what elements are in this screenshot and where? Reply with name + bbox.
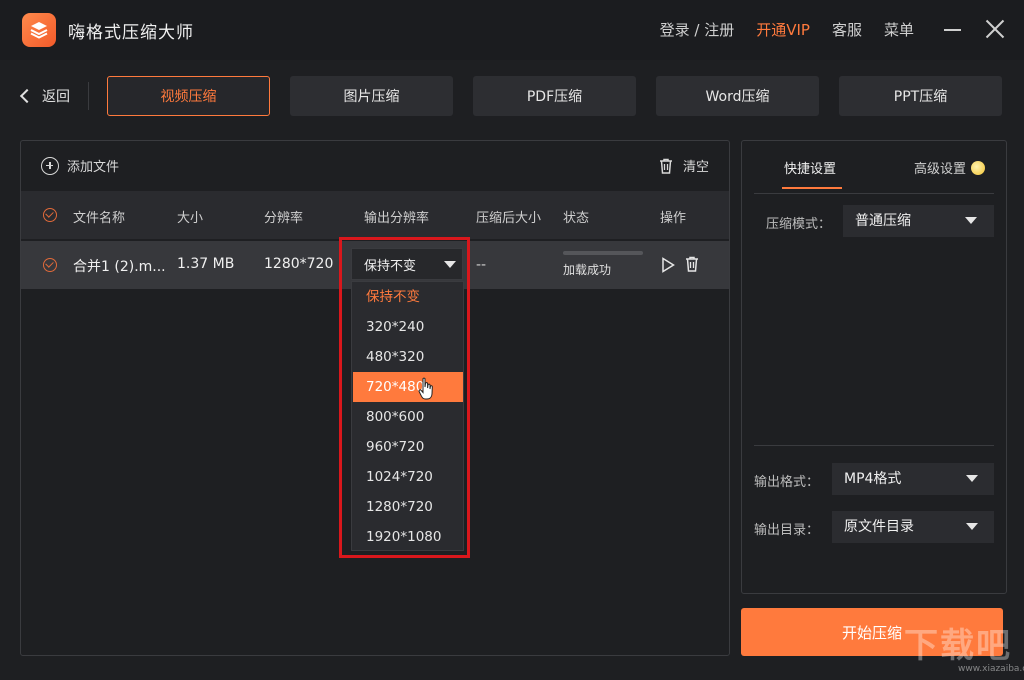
header-compressed-size: 压缩后大小 [476,211,542,226]
resolution-option[interactable]: 1280*720 [353,492,463,522]
output-format-value: MP4格式 [844,471,902,487]
header-size: 大小 [177,211,204,226]
hand-cursor-icon [418,377,433,400]
title-bar: 嗨格式压缩大师 登录 / 注册 开通VIP 客服 菜单 [0,0,1024,60]
play-icon[interactable] [661,257,675,273]
add-file-label: 添加文件 [67,160,120,175]
row-compressed-size: -- [476,257,487,273]
add-file-button[interactable]: 添加文件 [41,156,119,175]
row-check-icon[interactable] [43,258,57,272]
resolution-option[interactable]: 960*720 [353,432,463,462]
add-circle-icon [41,156,59,175]
caret-down-icon [966,475,978,482]
chevron-left-icon [19,88,35,104]
file-toolbar: 添加文件 清空 [21,141,729,191]
header-filename: 文件名称 [73,211,126,226]
clear-label: 清空 [682,160,709,175]
row-status: 加载成功 [563,263,612,277]
compress-mode-label: 压缩模式： [766,217,832,232]
tab-ppt-compress[interactable]: PPT压缩 [839,76,1002,116]
resolution-option[interactable]: 1024*720 [353,462,463,492]
close-icon[interactable] [984,18,1006,40]
tab-image-compress[interactable]: 图片压缩 [290,76,453,116]
settings-divider [754,445,994,446]
header-actions: 操作 [660,211,687,226]
app-title: 嗨格式压缩大师 [68,23,194,43]
caret-down-icon [444,261,456,268]
row-delete-icon[interactable] [683,255,701,273]
trash-icon [659,158,672,174]
tab-pdf-compress[interactable]: PDF压缩 [473,76,636,116]
output-format-select[interactable]: MP4格式 [832,463,994,495]
tab-word-compress[interactable]: Word压缩 [656,76,819,116]
output-dir-value: 原文件目录 [844,519,914,535]
resolution-option[interactable]: 320*240 [353,312,463,342]
login-register-link[interactable]: 登录 / 注册 [660,19,735,40]
output-resolution-select[interactable]: 保持不变 [351,248,463,280]
tab-advanced-settings[interactable]: 高级设置 [914,158,986,177]
top-nav: 登录 / 注册 开通VIP 客服 菜单 [660,19,914,40]
vip-coin-icon [971,160,986,175]
resolution-option[interactable]: 保持不变 [353,282,463,312]
row-progress-bar [563,251,643,255]
resolution-option[interactable]: 480*320 [353,342,463,372]
output-dir-label: 输出目录： [754,523,820,538]
row-size: 1.37 MB [177,256,235,272]
vip-link[interactable]: 开通VIP [756,19,810,40]
resolution-option[interactable]: 1920*1080 [353,522,463,552]
compress-mode-value: 普通压缩 [855,213,911,229]
resolution-option-hovered[interactable]: 720*480 [353,372,463,402]
service-link[interactable]: 客服 [832,19,862,40]
resolution-option[interactable]: 800*600 [353,402,463,432]
watermark-logo: 下载吧 [904,626,1012,666]
menu-link[interactable]: 菜单 [884,19,914,40]
select-all-check-icon[interactable] [43,208,57,222]
back-button[interactable]: 返回 [18,86,70,106]
caret-down-icon [965,217,977,224]
header-resolution: 分辨率 [264,211,304,226]
tab-quick-settings[interactable]: 快捷设置 [781,158,843,189]
header-output-resolution: 输出分辨率 [364,211,430,226]
compress-mode-select[interactable]: 普通压缩 [843,205,994,237]
output-dir-select[interactable]: 原文件目录 [832,511,994,543]
header-status: 状态 [563,211,590,226]
row-resolution: 1280*720 [264,256,334,272]
app-logo-icon [22,13,56,47]
minimize-icon[interactable] [944,20,962,38]
caret-down-icon [966,523,978,530]
clear-button[interactable]: 清空 [657,156,709,175]
back-label: 返回 [42,89,70,105]
advanced-settings-label: 高级设置 [914,162,967,177]
row-filename: 合并1 (2).m... [73,259,166,275]
nav-divider [88,82,89,110]
settings-divider [754,193,994,194]
resolution-dropdown-menu: 保持不变 320*240 480*320 720*480 800*600 960… [351,281,464,551]
watermark-url: www.xiazaiba.com [958,664,1024,674]
output-format-label: 输出格式： [754,475,820,490]
settings-panel: 快捷设置 高级设置 压缩模式： 普通压缩 输出格式： MP4格式 输出目录： 原… [741,140,1007,594]
output-resolution-value: 保持不变 [364,258,417,274]
tab-video-compress[interactable]: 视频压缩 [107,76,270,116]
table-header: 文件名称 大小 分辨率 输出分辨率 压缩后大小 状态 操作 [21,191,729,239]
